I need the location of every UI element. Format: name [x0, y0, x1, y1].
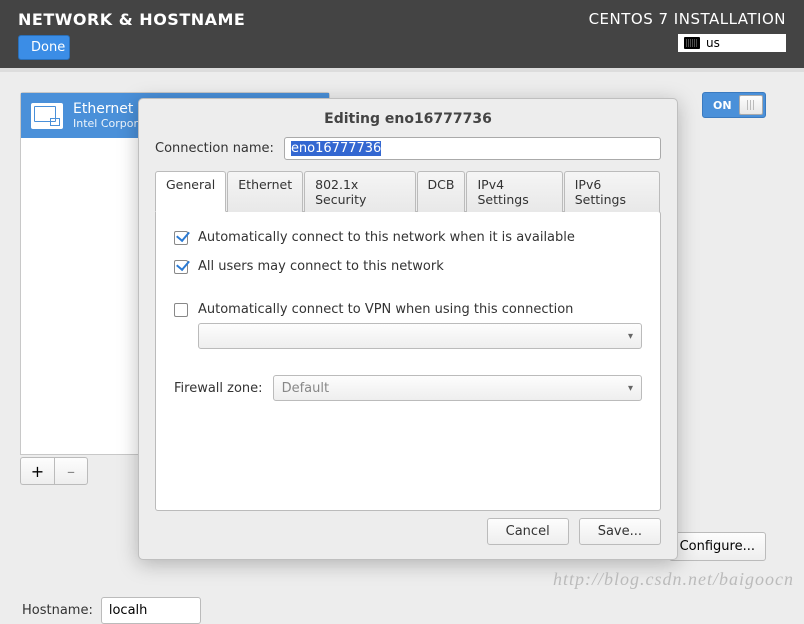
configure-button[interactable]: Configure... — [669, 532, 766, 561]
keyboard-indicator[interactable]: us — [678, 34, 786, 52]
vpn-checkbox[interactable] — [174, 303, 188, 317]
tab-dcb[interactable]: DCB — [417, 171, 466, 212]
keyboard-icon — [684, 37, 700, 49]
ethernet-icon — [31, 103, 63, 129]
auto-connect-checkbox[interactable] — [174, 231, 188, 245]
watermark: http://blog.csdn.net/baigoocn — [553, 569, 794, 590]
remove-interface-button[interactable]: – — [54, 457, 88, 485]
chevron-down-icon: ▾ — [628, 383, 633, 394]
dialog-body: Connection name: General Ethernet 802.1x… — [139, 137, 677, 511]
auto-connect-label: Automatically connect to this network wh… — [198, 230, 575, 245]
dialog-buttons: Cancel Save... — [487, 518, 661, 545]
vpn-combo[interactable]: ▾ — [198, 323, 642, 349]
hostname-row: Hostname: — [22, 597, 201, 624]
all-users-row[interactable]: All users may connect to this network — [174, 259, 642, 274]
all-users-label: All users may connect to this network — [198, 259, 444, 274]
keyboard-layout: us — [706, 36, 720, 50]
tab-8021x[interactable]: 802.1x Security — [304, 171, 415, 212]
all-users-checkbox[interactable] — [174, 260, 188, 274]
toggle-label: ON — [713, 99, 732, 112]
page-title: NETWORK & HOSTNAME — [18, 10, 245, 29]
connection-name-input[interactable] — [287, 140, 658, 157]
firewall-combo[interactable]: Default ▾ — [273, 375, 642, 401]
auto-connect-row[interactable]: Automatically connect to this network wh… — [174, 230, 642, 245]
firewall-label: Firewall zone: — [174, 381, 263, 396]
connection-name-label: Connection name: — [155, 141, 274, 156]
hostname-input[interactable] — [101, 597, 201, 624]
tab-ipv4[interactable]: IPv4 Settings — [466, 171, 562, 212]
firewall-value: Default — [282, 381, 330, 396]
dialog-title: Editing eno16777736 — [139, 99, 677, 137]
vpn-row[interactable]: Automatically connect to VPN when using … — [174, 302, 642, 317]
tabs: General Ethernet 802.1x Security DCB IPv… — [155, 170, 661, 211]
connection-name-row: Connection name: — [155, 137, 661, 160]
topbar-right: CENTOS 7 INSTALLATION us — [589, 10, 786, 58]
tab-general[interactable]: General — [155, 171, 226, 212]
add-interface-button[interactable]: + — [20, 457, 54, 485]
edit-connection-dialog: Editing eno16777736 Connection name: Gen… — [138, 98, 678, 560]
topbar-left: NETWORK & HOSTNAME Done — [18, 10, 245, 58]
tab-ipv6[interactable]: IPv6 Settings — [564, 171, 660, 212]
chevron-down-icon: ▾ — [628, 331, 633, 342]
cancel-button[interactable]: Cancel — [487, 518, 569, 545]
tab-panel-general: Automatically connect to this network wh… — [155, 211, 661, 511]
toggle-knob — [739, 95, 763, 115]
install-title: CENTOS 7 INSTALLATION — [589, 10, 786, 28]
topbar: NETWORK & HOSTNAME Done CENTOS 7 INSTALL… — [0, 0, 804, 72]
vpn-label: Automatically connect to VPN when using … — [198, 302, 573, 317]
firewall-row: Firewall zone: Default ▾ — [174, 375, 642, 401]
enable-toggle[interactable]: ON — [702, 92, 766, 118]
done-button[interactable]: Done — [18, 35, 70, 60]
tab-ethernet[interactable]: Ethernet — [227, 171, 303, 212]
save-button[interactable]: Save... — [579, 518, 661, 545]
hostname-label: Hostname: — [22, 603, 93, 618]
